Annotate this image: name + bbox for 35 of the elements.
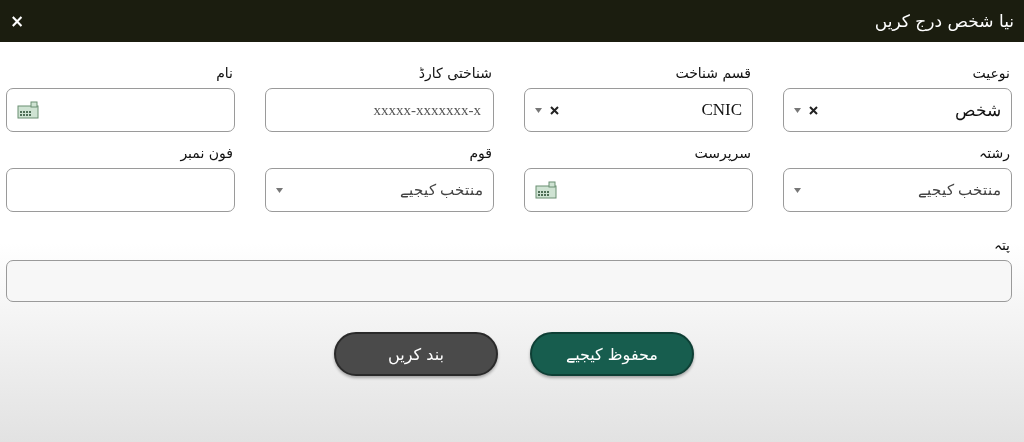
- address-field[interactable]: [6, 260, 1012, 302]
- input-field[interactable]: [6, 88, 235, 132]
- field-label: رشتہ: [978, 144, 1010, 164]
- field-label: پتہ: [992, 236, 1010, 255]
- select-field[interactable]: CNIC: [524, 88, 753, 132]
- field-label: فون نمبر: [179, 144, 233, 164]
- keyboard-icon[interactable]: [17, 101, 39, 119]
- clear-icon[interactable]: [809, 105, 818, 115]
- select-placeholder: منتخب کیجیے: [917, 181, 1001, 199]
- input-placeholder[interactable]: xxxxx-xxxxxxx-x: [276, 100, 483, 120]
- save-button[interactable]: محفوظ کیجیے: [530, 332, 694, 376]
- input-field[interactable]: [6, 168, 235, 212]
- caret-icon[interactable]: [276, 187, 283, 193]
- close-button[interactable]: بند کریں: [334, 332, 498, 376]
- field-label: قوم: [468, 144, 492, 164]
- field-label: نوعیت: [971, 64, 1010, 84]
- caret-icon[interactable]: [535, 107, 542, 113]
- select-field[interactable]: منتخب کیجیے: [783, 168, 1012, 212]
- input-field[interactable]: xxxxx-xxxxxxx-x: [265, 88, 494, 132]
- select-field[interactable]: شخص: [783, 88, 1012, 132]
- select-placeholder: منتخب کیجیے: [399, 181, 483, 199]
- window-title: نیا شخص درج کریں: [874, 11, 1014, 31]
- select-value: شخص: [954, 99, 1001, 121]
- field-label: شناختی کارڈ: [417, 64, 492, 83]
- field-label: نام: [215, 64, 233, 83]
- field-label: سرپرست: [693, 144, 751, 164]
- field-label: قسم شناخت: [674, 64, 751, 84]
- caret-icon[interactable]: [794, 187, 801, 193]
- select-value: CNIC: [700, 100, 742, 120]
- keyboard-icon[interactable]: [535, 181, 557, 199]
- input-field[interactable]: [524, 168, 753, 212]
- select-field[interactable]: منتخب کیجیے: [265, 168, 494, 212]
- close-button[interactable]: ×: [10, 11, 25, 31]
- caret-icon[interactable]: [794, 107, 801, 113]
- clear-icon[interactable]: [550, 105, 559, 115]
